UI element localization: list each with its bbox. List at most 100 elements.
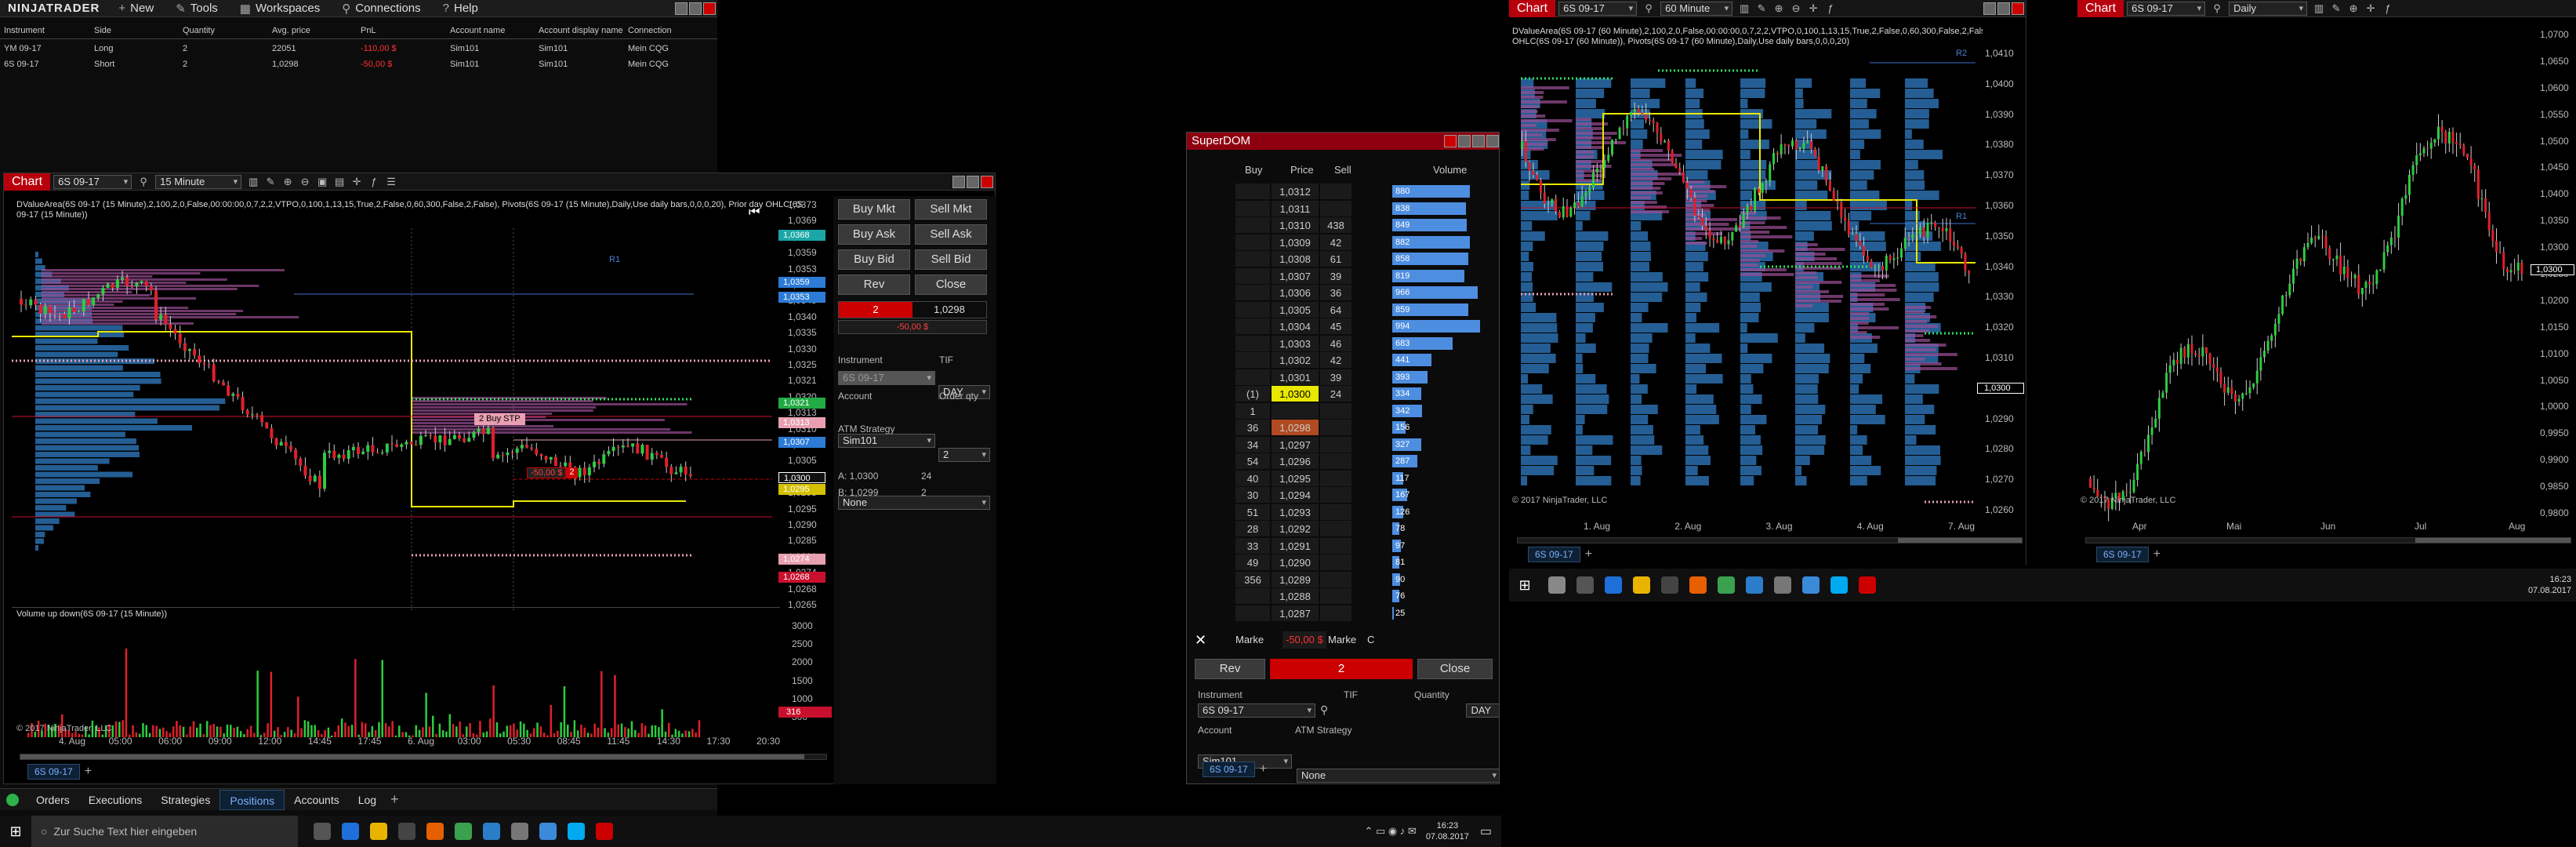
dom-row[interactable]: 1,0312 880 [1235, 184, 1494, 200]
superdom-close[interactable] [1486, 135, 1499, 147]
dom-buy-cell[interactable] [1235, 588, 1270, 604]
close-button[interactable]: Close [915, 274, 987, 295]
dom-row[interactable]: 30 1,0294 167 [1235, 487, 1494, 503]
ninjatrader-icon[interactable] [596, 823, 613, 840]
dom-market-buy[interactable]: Marke [1235, 631, 1264, 649]
dom-row[interactable]: 51 1,0293 126 [1235, 503, 1494, 521]
dom-sell-cell[interactable] [1320, 453, 1351, 469]
superdom-maximize[interactable] [1472, 135, 1485, 147]
explorer-icon-right[interactable] [1633, 576, 1650, 594]
dom-row[interactable]: 54 1,0296 287 [1235, 453, 1494, 470]
tab-orders[interactable]: Orders [27, 790, 79, 810]
firefox-icon-right[interactable] [1689, 576, 1707, 594]
dom-sell-cell[interactable] [1320, 503, 1351, 520]
task-view-icon-right[interactable] [1576, 576, 1594, 594]
indicators-icon[interactable]: ƒ [368, 176, 380, 188]
chart2-crosshair-icon[interactable]: ✛ [1807, 2, 1820, 15]
dom-row[interactable]: 1,0304 45 994 [1235, 318, 1494, 335]
mail-icon-right[interactable] [1802, 576, 1820, 594]
chart2-interval-select[interactable]: 60 Minute [1660, 1, 1733, 16]
dom-buy-cell[interactable]: 51 [1235, 503, 1270, 520]
tab-executions[interactable]: Executions [79, 790, 151, 810]
chart2-instrument-select[interactable]: 6S 09-17 [1558, 1, 1638, 16]
chart3-scrollbar-thumb[interactable] [2415, 538, 2571, 543]
chart2-close[interactable] [2012, 2, 2024, 15]
dom-sell-cell[interactable]: 64 [1320, 301, 1351, 318]
dom-buy-cell[interactable] [1235, 267, 1270, 284]
tab-strategies[interactable]: Strategies [151, 790, 220, 810]
dom-sell-cell[interactable] [1320, 470, 1351, 486]
chart3-interval-select[interactable]: Daily [2229, 1, 2308, 16]
chart2-add-tab[interactable]: + [1585, 547, 1592, 562]
windows-start-icon[interactable]: ⊞ [0, 823, 31, 840]
dom-tif-select[interactable]: DAY [1466, 703, 1499, 718]
superdom-minimize[interactable] [1458, 135, 1471, 147]
dom-sell-cell[interactable] [1320, 605, 1351, 621]
rev-button[interactable]: Rev [838, 274, 910, 295]
dom-buy-cell[interactable]: 1 [1235, 402, 1270, 419]
dom-buy-cell[interactable] [1235, 369, 1270, 385]
taskbar-search-box[interactable]: ○ Zur Suche Text hier eingeben [31, 816, 298, 847]
chart2-tab[interactable]: 6S 09-17 [1528, 547, 1580, 562]
superdom-pin[interactable] [1444, 135, 1457, 147]
dom-sell-cell[interactable]: 42 [1320, 352, 1351, 368]
notifications-icon[interactable]: ▭ [1480, 823, 1492, 839]
minimize-button[interactable] [675, 2, 688, 15]
position-row[interactable]: YM 09-17 Long 2 22051 -110,00 $ Sim101 Sim101 M… [0, 42, 717, 58]
dom-buy-cell[interactable]: 40 [1235, 470, 1270, 486]
chart3-indicators-icon[interactable]: ƒ [2382, 2, 2394, 15]
ot-quantity-input[interactable]: 2 [938, 448, 990, 462]
tab-log[interactable]: Log [349, 790, 386, 810]
cortana-icon[interactable] [1548, 576, 1566, 594]
close-button[interactable] [703, 2, 716, 15]
chrome-icon-right[interactable] [1718, 576, 1735, 594]
column-header[interactable]: Account name [450, 26, 505, 35]
chart2-scrollbar-thumb[interactable] [1898, 538, 2022, 543]
menu-connections[interactable]: ⚲ Connections [342, 2, 420, 16]
ot-instrument-select[interactable]: 6S 09-17 [838, 371, 935, 385]
skype-icon[interactable] [568, 823, 585, 840]
dom-sell-cell[interactable]: 61 [1320, 251, 1351, 267]
bars-type-icon[interactable]: ▥ [247, 176, 259, 188]
dom-buy-cell[interactable] [1235, 605, 1270, 621]
templates-icon[interactable]: ▤ [333, 176, 346, 188]
dom-buy-cell[interactable]: 34 [1235, 436, 1270, 453]
dom-row[interactable]: 356 1,0289 90 [1235, 571, 1494, 588]
zoom-in-icon[interactable]: ⊕ [281, 176, 294, 188]
dom-row[interactable]: 1,0307 39 819 [1235, 267, 1494, 285]
chart3-add-tab[interactable]: + [2153, 547, 2161, 562]
buy-ask-button[interactable]: Buy Ask [838, 224, 910, 245]
chart2-bars-icon[interactable]: ▥ [1738, 2, 1751, 15]
dom-row[interactable]: 1,0310 438 849 [1235, 217, 1494, 234]
dom-buy-cell[interactable]: 49 [1235, 554, 1270, 570]
dom-buy-cell[interactable]: (1) [1235, 386, 1270, 402]
chart3-tab[interactable]: 6S 09-17 [2096, 547, 2149, 562]
sell-bid-button[interactable]: Sell Bid [915, 249, 987, 270]
dom-row[interactable]: 28 1,0292 78 [1235, 521, 1494, 537]
chart2-scrollbar[interactable] [1517, 537, 2023, 543]
network-icon[interactable] [511, 823, 528, 840]
maximize-button[interactable] [689, 2, 702, 15]
dom-close-x-icon[interactable]: ✕ [1195, 631, 1206, 649]
dom-sell-cell[interactable]: 438 [1320, 217, 1351, 233]
dom-sell-cell[interactable] [1320, 402, 1351, 419]
dom-market-sell[interactable]: Marke [1328, 631, 1356, 649]
chart1-tab[interactable]: 6S 09-17 [27, 764, 80, 780]
dom-tab[interactable]: 6S 09-17 [1203, 762, 1255, 777]
add-tab-button[interactable]: + [390, 791, 399, 808]
dom-sell-cell[interactable] [1320, 200, 1351, 216]
chart2-zoomout-icon[interactable]: ⊖ [1790, 2, 1802, 15]
clock[interactable]: 16:23 07.08.2017 [1426, 820, 1469, 842]
dom-sell-cell[interactable] [1320, 537, 1351, 554]
tab-accounts[interactable]: Accounts [285, 790, 349, 810]
chart2-search-icon[interactable]: ⚲ [1642, 2, 1655, 15]
list-icon[interactable]: ☰ [385, 176, 397, 188]
zoom-out-icon[interactable]: ⊖ [299, 176, 311, 188]
sell-mkt-button[interactable]: Sell Mkt [915, 199, 987, 220]
dom-ladder[interactable]: 1,0312 880 1,0311 838 1,0310 438 849 1,0309 42 88… [1235, 184, 1494, 623]
clock-right[interactable]: 16:23 07.08.2017 [2528, 574, 2571, 596]
dom-sell-cell[interactable]: 39 [1320, 369, 1351, 385]
chart3-price-plot[interactable] [2077, 24, 2532, 525]
column-header[interactable]: Quantity [183, 26, 215, 35]
dom-buy-cell[interactable] [1235, 200, 1270, 216]
